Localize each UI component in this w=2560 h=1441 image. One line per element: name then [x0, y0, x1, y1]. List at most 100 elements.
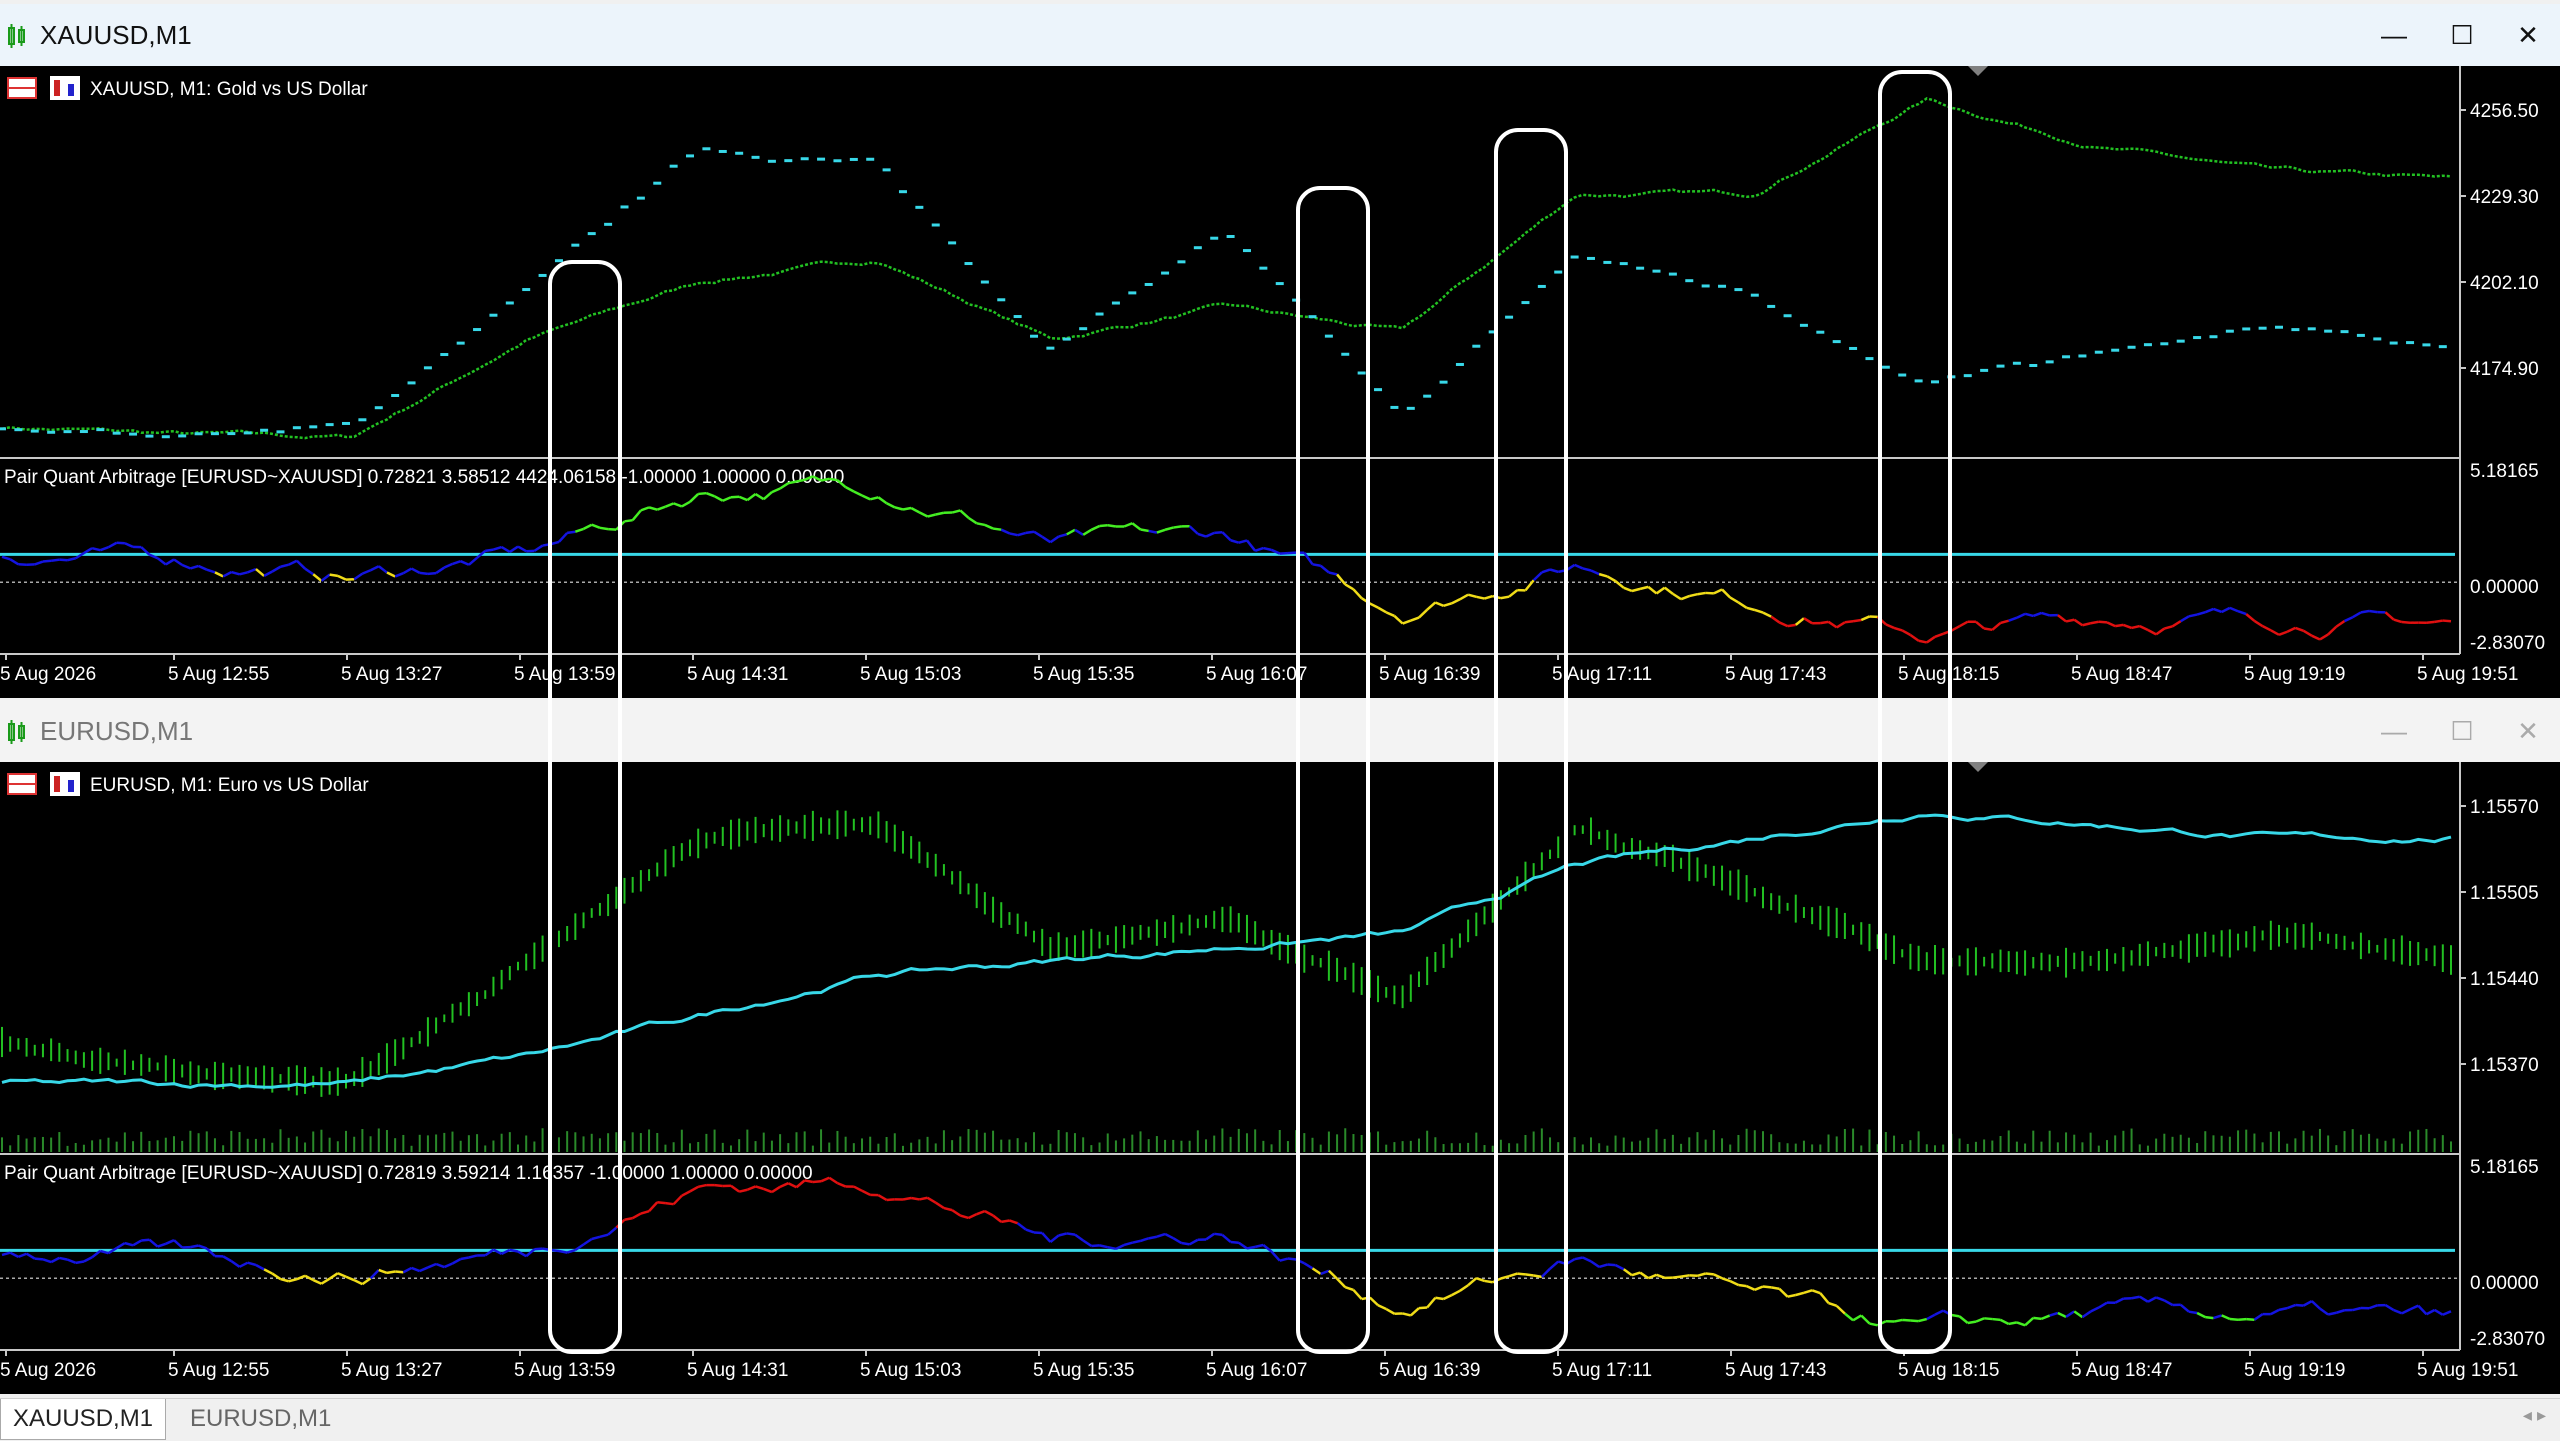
chart-window-eurusd[interactable]: EURUSD, M1: Euro vs US Dollar1.155701.15… [0, 762, 2560, 1394]
close-button[interactable]: ✕ [2502, 710, 2554, 752]
minimize-button[interactable]: — [2368, 14, 2420, 56]
trade-panel-icon [8, 774, 36, 794]
indicator-label: Pair Quant Arbitrage [EURUSD~XAUUSD] 0.7… [4, 1163, 813, 1184]
spread-segment [796, 480, 804, 482]
close-button[interactable]: ✕ [2502, 14, 2554, 56]
spread-segment [485, 550, 493, 551]
window-title: XAUUSD,M1 [40, 20, 192, 51]
spread-segment [43, 561, 51, 562]
spread-segment [1231, 1242, 1239, 1243]
spread-segment [51, 560, 59, 561]
spread-segment [2132, 1297, 2140, 1298]
spread-segment [805, 1180, 813, 1182]
spread-segment [2009, 1322, 2017, 1324]
time-tick-label: 5 Aug 19:51 [2417, 1360, 2518, 1381]
price-tick-label: 1.15505 [2470, 883, 2539, 904]
spread-segment [1362, 1297, 1370, 1299]
spread-segment [903, 508, 911, 509]
price-tick-label: 1.15440 [2470, 969, 2539, 990]
spread-segment [600, 528, 608, 529]
tab-scroll-arrows-icon[interactable]: ◂ ▸ [2523, 1405, 2546, 1426]
spread-segment [1001, 1220, 1009, 1221]
spread-segment [420, 573, 428, 574]
spread-segment [551, 1250, 559, 1251]
spread-segment [1869, 1324, 1877, 1326]
time-tick-label: 5 Aug 16:39 [1379, 1360, 1480, 1381]
time-tick-label: 5 Aug 13:59 [514, 664, 615, 685]
spread-segment [1968, 1322, 1976, 1323]
spread-segment [911, 1198, 919, 1199]
trade-panel-icon [8, 78, 36, 98]
spread-segment [543, 544, 551, 545]
time-tick-label: 5 Aug 18:15 [1898, 1360, 1999, 1381]
time-tick-label: 5 Aug 2026 [0, 1360, 96, 1381]
indicator-tick-label: 5.18165 [2470, 1157, 2539, 1178]
spread-segment [2115, 625, 2123, 626]
spread-segment [1108, 1247, 1116, 1249]
time-tick-label: 5 Aug 13:27 [341, 1360, 442, 1381]
spread-segment [1517, 1274, 1525, 1275]
spread-segment [1902, 1320, 1910, 1321]
spread-segment [428, 573, 436, 574]
window-titlebar-xauusd[interactable]: XAUUSD,M1 — ☐ ✕ [0, 4, 2560, 67]
spread-segment [1951, 1315, 1959, 1316]
chart-tab-bar: XAUUSD,M1 EURUSD,M1 ◂ ▸ [0, 1398, 2560, 1441]
spread-segment [1738, 1285, 1746, 1286]
time-tick-label: 5 Aug 15:03 [860, 1360, 961, 1381]
spread-segment [1673, 1277, 1681, 1278]
spread-segment [1763, 1286, 1771, 1287]
indicator-tick-label: 0.00000 [2470, 577, 2539, 598]
one-click-icon-bar [68, 780, 74, 792]
spread-segment [2189, 1312, 2197, 1313]
spread-segment [1026, 532, 1034, 533]
tab-xauusd[interactable]: XAUUSD,M1 [0, 1399, 166, 1440]
spread-segment [59, 1258, 67, 1260]
time-tick-label: 5 Aug 13:59 [514, 1360, 615, 1381]
chart-symbol-label: EURUSD, M1: Euro vs US Dollar [90, 775, 369, 796]
spread-segment [2189, 615, 2197, 617]
one-click-icon-bar [68, 84, 74, 96]
spread-segment [1288, 1259, 1296, 1260]
spread-segment [1788, 625, 1796, 626]
spread-segment [1525, 1274, 1533, 1275]
spread-segment [1788, 1295, 1796, 1297]
spread-segment [1476, 597, 1484, 599]
spread-segment [1485, 1281, 1493, 1282]
spread-segment [2246, 1319, 2254, 1320]
chart-window-xauusd[interactable]: XAUUSD, M1: Gold vs US Dollar4256.504229… [0, 66, 2560, 698]
spread-segment [1214, 532, 1222, 533]
spread-segment [1501, 597, 1509, 598]
spread-segment [608, 529, 616, 530]
tab-eurusd[interactable]: EURUSD,M1 [178, 1399, 343, 1439]
spread-segment [117, 543, 125, 544]
time-tick-label: 5 Aug 17:43 [1725, 664, 1826, 685]
time-tick-label: 5 Aug 16:07 [1206, 1360, 1307, 1381]
spread-segment [731, 497, 739, 498]
indicator-tick-label: 0.00000 [2470, 1273, 2539, 1294]
spread-segment [559, 1251, 567, 1253]
spread-segment [1149, 531, 1157, 533]
maximize-button[interactable]: ☐ [2436, 710, 2488, 752]
maximize-button[interactable]: ☐ [2436, 14, 2488, 56]
spread-segment [665, 1203, 673, 1204]
spread-segment [1984, 1318, 1992, 1319]
time-tick-label: 5 Aug 16:07 [1206, 664, 1307, 685]
spread-segment [1992, 1319, 2000, 1320]
spread-segment [1419, 1308, 1427, 1309]
window-titlebar-eurusd[interactable]: EURUSD,M1 — ☐ ✕ [0, 700, 2560, 763]
minimize-button[interactable]: — [2368, 710, 2420, 752]
indicator-label: Pair Quant Arbitrage [EURUSD~XAUUSD] 0.7… [4, 467, 844, 488]
spread-segment [624, 1218, 632, 1220]
spread-segment [1910, 1320, 1918, 1321]
spread-segment [821, 479, 829, 481]
spread-segment [977, 523, 985, 525]
time-tick-label: 5 Aug 14:31 [687, 1360, 788, 1381]
spread-segment [2099, 622, 2107, 623]
spread-segment [2295, 1305, 2303, 1306]
price-tick-label: 1.15370 [2470, 1055, 2539, 1076]
spread-segment [2402, 622, 2410, 623]
spread-segment [1984, 629, 1992, 630]
spread-segment [2066, 620, 2074, 622]
time-tick-label: 5 Aug 18:47 [2071, 664, 2172, 685]
spread-segment [919, 1198, 927, 1200]
